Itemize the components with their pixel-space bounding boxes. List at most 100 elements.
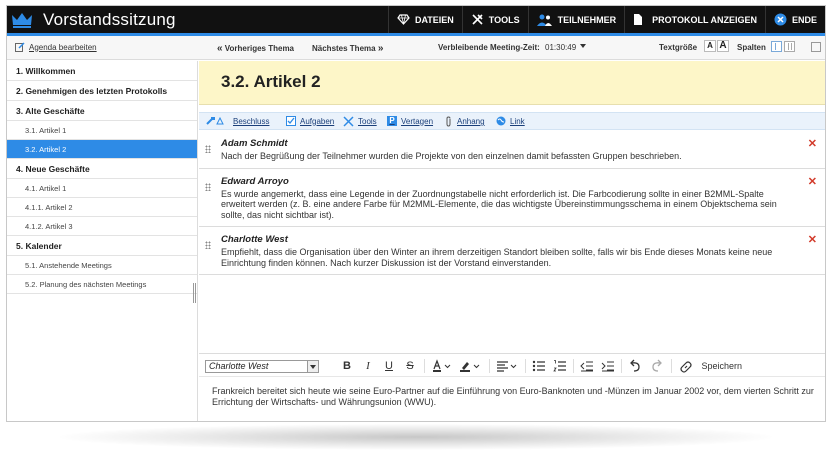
numbered-list-icon [553,360,566,372]
sidebar-item[interactable]: 1. Willkommen [7,61,197,81]
nav-ende[interactable]: ENDE [764,6,825,33]
redo-button[interactable] [650,359,664,373]
nav-dateien[interactable]: DATEIEN [387,6,462,33]
action-anhang[interactable]: Anhang [445,116,485,127]
outdent-button[interactable] [580,359,594,373]
prev-topic-label: Vorheriges Thema [224,44,295,53]
app-window: Vorstandssitzung DATEIEN TOOLS TEILNEHME… [6,5,826,422]
sidebar-item[interactable]: 5. Kalender [7,236,197,256]
note-item: Edward Arroyo Es wurde angemerkt, dass e… [199,169,825,227]
top-bar: Vorstandssitzung DATEIEN TOOLS TEILNEHME… [7,6,825,33]
next-topic-label: Nächstes Thema [312,44,376,53]
action-aufgaben[interactable]: Aufgaben [286,116,334,126]
action-vertagen[interactable]: P Vertagen [387,116,433,126]
remaining-time-value: 01:30:49 [545,43,577,52]
nav-tools[interactable]: TOOLS [461,6,528,33]
agenda-edit-link[interactable]: Agenda bearbeiten [15,42,97,52]
delete-icon[interactable]: ✕ [808,233,817,246]
prev-topic-button[interactable]: « Vorheriges Thema [217,43,294,54]
underline-button[interactable]: U [383,359,395,373]
delete-icon[interactable]: ✕ [808,137,817,150]
sidebar-item[interactable]: 5.2. Planung des nächsten Meetings [7,275,197,294]
nav-teilnehmer-label: TEILNEHMER [557,14,617,25]
bullet-list-icon [532,360,545,372]
indent-icon [601,361,614,372]
nav-protokoll-label: PROTOKOLL ANZEIGEN [652,14,757,25]
toolbar-divider [525,359,526,373]
action-aufgaben-label: Aufgaben [300,116,335,126]
sidebar-item[interactable]: 3. Alte Geschäfte [7,101,197,121]
sidebar-item[interactable]: 2. Genehmigen des letzten Protokolls [7,81,197,101]
action-link[interactable]: Link [496,116,525,126]
note-author: Adam Schmidt [221,138,288,149]
speaker-select[interactable]: Charlotte West [205,360,319,373]
window-shadow [60,424,772,450]
note-item: Charlotte West Empfiehlt, dass die Organ… [199,227,825,275]
drag-handle-icon[interactable] [205,145,211,153]
remaining-time: Verbleibende Meeting-Zeit: 01:30:49 [438,43,576,52]
next-topic-button[interactable]: Nächstes Thema » [312,43,383,54]
font-color-icon [433,359,451,372]
toolbar-divider [621,359,622,373]
tools-icon [343,116,354,127]
undo-icon [630,359,640,372]
action-vertagen-label: Vertagen [401,116,434,126]
sidebar-item[interactable]: 4. Neue Geschäfte [7,159,197,179]
time-dropdown-caret-icon[interactable] [580,44,586,48]
checkbox-icon [286,116,296,126]
textsize-small-button[interactable]: A [704,40,716,52]
nav-protokoll[interactable]: PROTOKOLL ANZEIGEN [624,6,765,33]
toolbar-divider [424,359,425,373]
chevrons-right-icon: » [377,43,384,54]
drag-handle-icon[interactable] [205,182,211,191]
tools-icon [472,14,483,25]
sidebar-item[interactable]: 5.1. Anstehende Meetings [7,256,197,275]
crown-logo-icon [7,6,37,33]
agenda-edit-label: Agenda bearbeiten [29,42,97,52]
action-tools[interactable]: Tools [343,116,377,127]
notes-list: Adam Schmidt Nach der Begrüßung der Teil… [199,131,825,275]
note-item: Adam Schmidt Nach der Begrüßung der Teil… [199,131,825,169]
expand-icon[interactable] [811,42,821,52]
chevrons-left-icon: « [217,43,223,54]
sidebar-resize-handle[interactable] [193,283,196,303]
bullet-list-button[interactable] [532,359,546,373]
sidebar-item[interactable]: 4.1. Artikel 1 [7,179,197,198]
strikethrough-button[interactable]: S [404,359,416,373]
action-beschluss[interactable]: Beschluss [205,116,269,126]
close-circle-icon [774,13,787,26]
undo-button[interactable] [628,359,642,373]
align-button[interactable] [496,359,520,373]
postpone-icon: P [387,116,397,126]
highlighter-icon [460,362,480,372]
highlight-button[interactable] [459,359,483,373]
sidebar-item-active[interactable]: 3.2. Artikel 2 [7,140,197,159]
top-nav: DATEIEN TOOLS TEILNEHMER PROTOKOLL ANZEI… [387,6,825,33]
editor-textarea[interactable]: Frankreich bereitet sich heute wie seine… [199,378,825,421]
sidebar-item[interactable]: 4.1.2. Artikel 3 [7,217,197,236]
editor-toolbar: Charlotte West B I U S Speichern [199,353,825,377]
globe-icon [496,116,506,126]
drag-handle-icon[interactable] [205,241,211,249]
gavel-icon [206,116,224,125]
chevron-down-icon [307,361,318,372]
delete-icon[interactable]: ✕ [808,175,817,188]
remaining-time-label: Verbleibende Meeting-Zeit: [438,43,540,52]
link-icon [680,361,692,373]
textsize-large-button[interactable]: A [717,40,729,52]
action-tools-label: Tools [358,117,377,126]
save-button[interactable]: Speichern [679,359,749,373]
two-column-icon[interactable] [784,41,795,52]
sidebar-item[interactable]: 3.1. Artikel 1 [7,121,197,140]
indent-button[interactable] [601,359,615,373]
text-color-button[interactable] [432,359,454,373]
italic-button[interactable]: I [362,359,374,373]
nav-teilnehmer[interactable]: TEILNEHMER [527,6,625,33]
speaker-select-value: Charlotte West [209,361,269,371]
numbered-list-button[interactable] [553,359,567,373]
toolbar-divider [489,359,490,373]
bold-button[interactable]: B [341,359,353,373]
single-column-icon[interactable] [771,41,782,52]
sidebar-item[interactable]: 4.1.1. Artikel 2 [7,198,197,217]
users-icon [536,14,552,26]
